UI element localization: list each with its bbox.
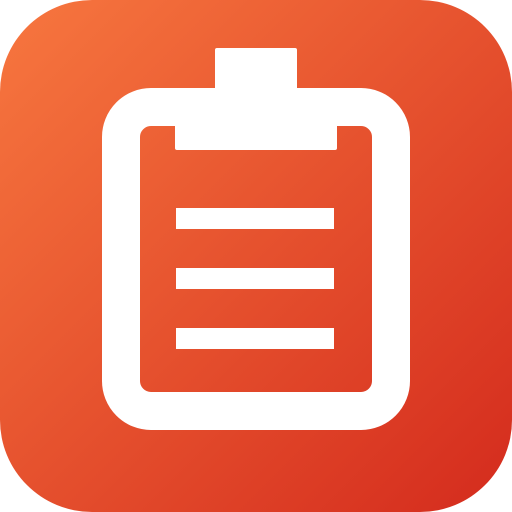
clipboard-line-1 bbox=[176, 208, 334, 229]
clipboard-line-3 bbox=[176, 328, 334, 349]
clipboard-clip-body bbox=[175, 88, 337, 150]
clipboard-line-2 bbox=[176, 268, 334, 289]
clipboard-app-icon[interactable] bbox=[0, 0, 512, 512]
app-icon-stage bbox=[0, 0, 512, 512]
clipboard-icon bbox=[0, 0, 512, 512]
